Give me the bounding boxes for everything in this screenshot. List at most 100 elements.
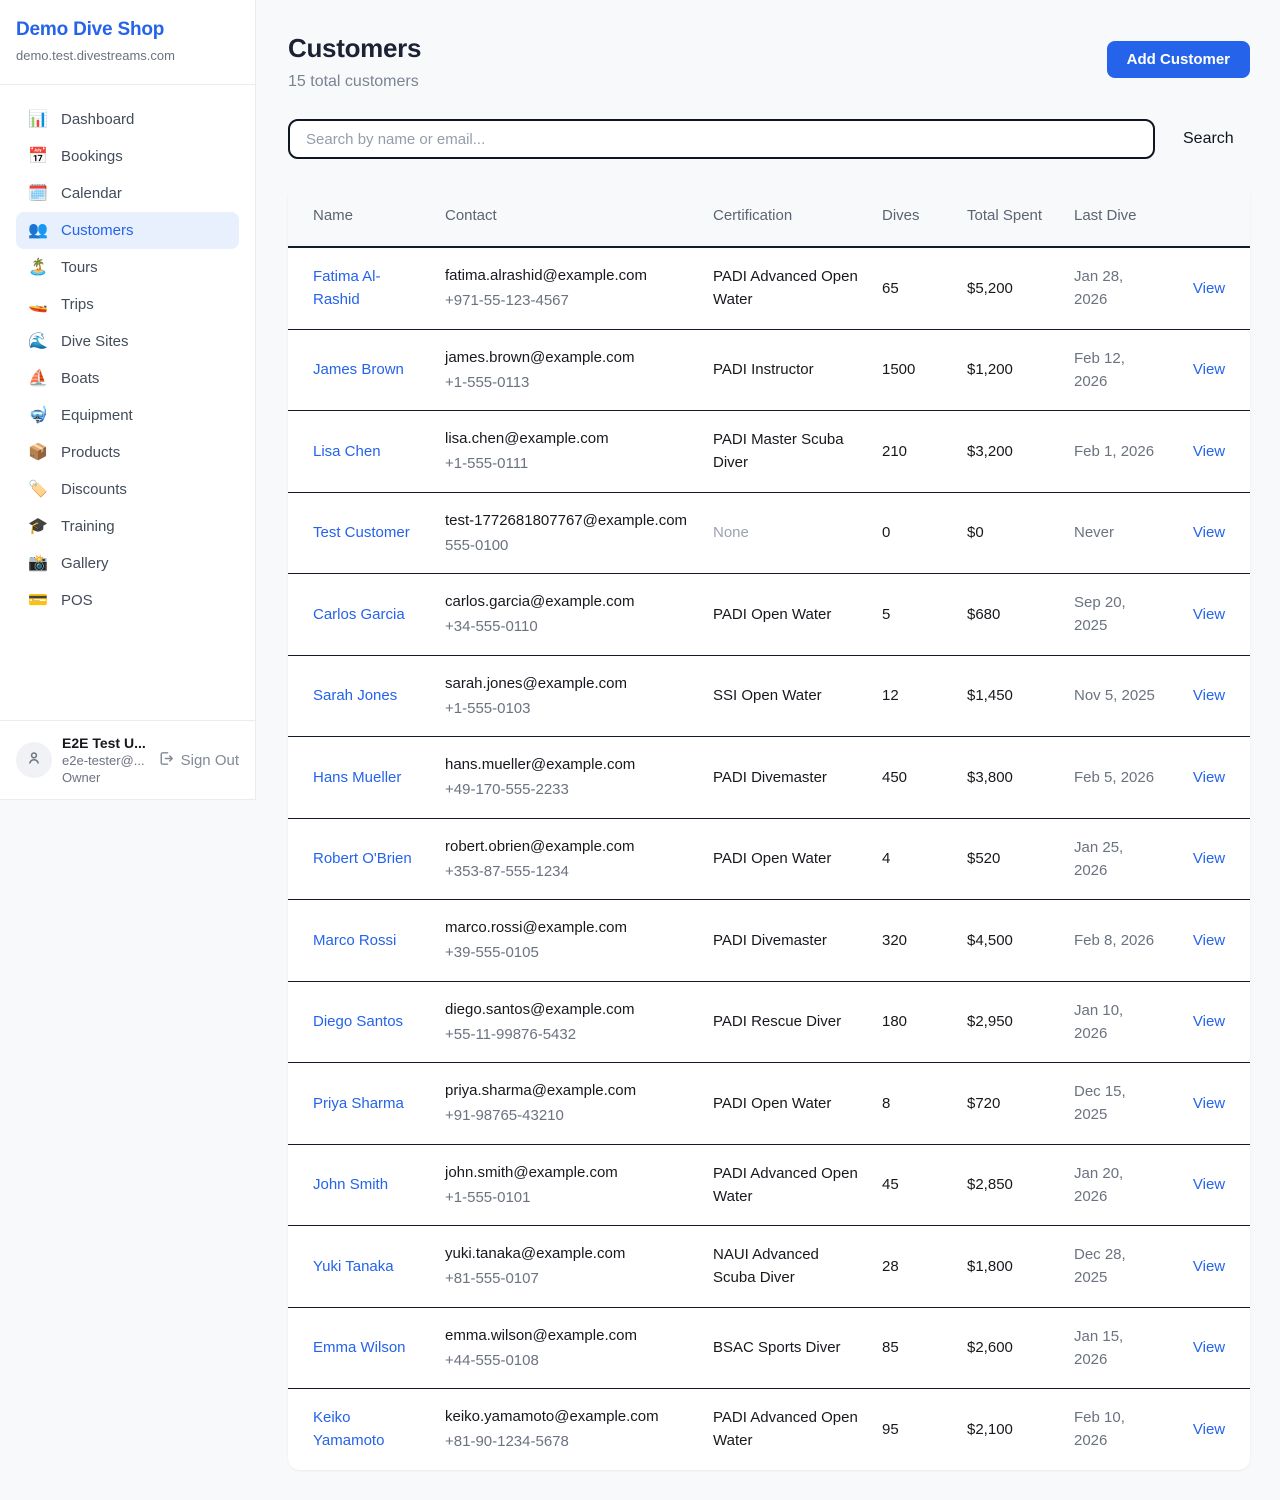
view-customer-link[interactable]: View	[1193, 361, 1225, 378]
sign-out-label: Sign Out	[181, 752, 239, 769]
sidebar-item-dive-sites[interactable]: 🌊 Dive Sites	[16, 323, 239, 360]
view-customer-link[interactable]: View	[1193, 1013, 1225, 1030]
customer-name-link[interactable]: Priya Sharma	[313, 1095, 404, 1112]
customer-name-link[interactable]: Diego Santos	[313, 1013, 403, 1030]
customer-contact: test-1772681807767@example.com 555-0100	[433, 492, 701, 574]
gallery-icon: 📸	[28, 556, 48, 572]
page-title-block: Customers 15 total customers	[288, 33, 421, 91]
boats-icon: ⛵	[28, 371, 48, 387]
sidebar-item-discounts[interactable]: 🏷️ Discounts	[16, 471, 239, 508]
add-customer-button[interactable]: Add Customer	[1107, 41, 1250, 78]
user-email: e2e-tester@...	[62, 753, 147, 768]
table-row: Diego Santos diego.santos@example.com +5…	[288, 981, 1250, 1063]
table-row: Carlos Garcia carlos.garcia@example.com …	[288, 574, 1250, 656]
sidebar-item-trips[interactable]: 🚤 Trips	[16, 286, 239, 323]
customer-last-dive: Feb 1, 2026	[1062, 411, 1168, 493]
calendar-icon: 🗓️	[28, 186, 48, 202]
sidebar-item-training[interactable]: 🎓 Training	[16, 508, 239, 545]
sign-out-button[interactable]: Sign Out	[157, 750, 239, 771]
customer-name-link[interactable]: Keiko Yamamoto	[313, 1409, 384, 1449]
search-input[interactable]	[288, 119, 1155, 159]
products-icon: 📦	[28, 445, 48, 461]
page-title: Customers	[288, 33, 421, 64]
view-customer-link[interactable]: View	[1193, 1176, 1225, 1193]
customer-phone: +971-55-123-4567	[445, 289, 689, 312]
customer-certification: PADI Advanced Open Water	[701, 1389, 870, 1470]
customer-phone: +39-555-0105	[445, 941, 689, 964]
customer-name-link[interactable]: Carlos Garcia	[313, 606, 405, 623]
customer-email: emma.wilson@example.com	[445, 1324, 689, 1347]
customer-last-dive: Jan 25, 2026	[1062, 818, 1168, 900]
view-customer-link[interactable]: View	[1193, 524, 1225, 541]
view-customer-link[interactable]: View	[1193, 1421, 1225, 1438]
customer-certification: SSI Open Water	[701, 655, 870, 737]
customer-email: diego.santos@example.com	[445, 998, 689, 1021]
customer-phone: +91-98765-43210	[445, 1104, 689, 1127]
sidebar-user-section: E2E Test U... e2e-tester@... Owner Sign …	[0, 720, 255, 799]
sidebar-item-label: Training	[61, 518, 115, 535]
customer-phone: +1-555-0103	[445, 697, 689, 720]
view-customer-link[interactable]: View	[1193, 932, 1225, 949]
view-customer-link[interactable]: View	[1193, 1339, 1225, 1356]
sidebar-item-pos[interactable]: 💳 POS	[16, 582, 239, 619]
customer-total-spent: $2,600	[955, 1307, 1062, 1389]
view-customer-link[interactable]: View	[1193, 687, 1225, 704]
column-header-contact: Contact	[433, 185, 701, 247]
view-customer-link[interactable]: View	[1193, 1258, 1225, 1275]
sidebar-item-boats[interactable]: ⛵ Boats	[16, 360, 239, 397]
table-row: Sarah Jones sarah.jones@example.com +1-5…	[288, 655, 1250, 737]
customer-name-link[interactable]: Marco Rossi	[313, 932, 396, 949]
customer-last-dive: Feb 5, 2026	[1062, 737, 1168, 819]
sidebar-item-products[interactable]: 📦 Products	[16, 434, 239, 471]
customer-name-link[interactable]: John Smith	[313, 1176, 388, 1193]
customer-name-link[interactable]: James Brown	[313, 361, 404, 378]
sidebar-item-dashboard[interactable]: 📊 Dashboard	[16, 101, 239, 138]
discounts-icon: 🏷️	[28, 482, 48, 498]
customer-name-link[interactable]: Sarah Jones	[313, 687, 397, 704]
customer-name-link[interactable]: Yuki Tanaka	[313, 1258, 394, 1275]
customer-contact: priya.sharma@example.com +91-98765-43210	[433, 1063, 701, 1145]
customer-dives: 1500	[870, 329, 955, 411]
view-customer-link[interactable]: View	[1193, 769, 1225, 786]
table-row: Lisa Chen lisa.chen@example.com +1-555-0…	[288, 411, 1250, 493]
table-row: Emma Wilson emma.wilson@example.com +44-…	[288, 1307, 1250, 1389]
view-customer-link[interactable]: View	[1193, 280, 1225, 297]
customer-name-link[interactable]: Fatima Al-Rashid	[313, 268, 381, 308]
customer-email: hans.mueller@example.com	[445, 753, 689, 776]
page-header: Customers 15 total customers Add Custome…	[288, 33, 1250, 91]
customer-name-link[interactable]: Hans Mueller	[313, 769, 401, 786]
customer-contact: carlos.garcia@example.com +34-555-0110	[433, 574, 701, 656]
avatar	[16, 742, 52, 778]
column-header-last-dive: Last Dive	[1062, 185, 1168, 247]
customer-last-dive: Feb 10, 2026	[1062, 1389, 1168, 1470]
view-customer-link[interactable]: View	[1193, 1095, 1225, 1112]
customer-dives: 45	[870, 1144, 955, 1226]
sidebar-item-tours[interactable]: 🏝️ Tours	[16, 249, 239, 286]
customer-name-link[interactable]: Lisa Chen	[313, 443, 381, 460]
customer-last-dive: Jan 20, 2026	[1062, 1144, 1168, 1226]
customer-name-link[interactable]: Emma Wilson	[313, 1339, 406, 1356]
customer-last-dive: Jan 28, 2026	[1062, 247, 1168, 329]
customer-certification: NAUI Advanced Scuba Diver	[701, 1226, 870, 1308]
table-row: James Brown james.brown@example.com +1-5…	[288, 329, 1250, 411]
view-customer-link[interactable]: View	[1193, 443, 1225, 460]
customer-dives: 8	[870, 1063, 955, 1145]
table-row: Keiko Yamamoto keiko.yamamoto@example.co…	[288, 1389, 1250, 1470]
customer-certification: PADI Master Scuba Diver	[701, 411, 870, 493]
user-meta: E2E Test U... e2e-tester@... Owner	[62, 735, 147, 785]
sidebar-item-customers[interactable]: 👥 Customers	[16, 212, 239, 249]
customer-contact: yuki.tanaka@example.com +81-555-0107	[433, 1226, 701, 1308]
sidebar-item-calendar[interactable]: 🗓️ Calendar	[16, 175, 239, 212]
sidebar-item-gallery[interactable]: 📸 Gallery	[16, 545, 239, 582]
customer-name-link[interactable]: Robert O'Brien	[313, 850, 412, 867]
sidebar-item-bookings[interactable]: 📅 Bookings	[16, 138, 239, 175]
pos-icon: 💳	[28, 593, 48, 609]
search-button[interactable]: Search	[1183, 130, 1234, 148]
view-customer-link[interactable]: View	[1193, 850, 1225, 867]
view-customer-link[interactable]: View	[1193, 606, 1225, 623]
sidebar-item-equipment[interactable]: 🤿 Equipment	[16, 397, 239, 434]
customer-name-link[interactable]: Test Customer	[313, 524, 410, 541]
customer-total-spent: $1,800	[955, 1226, 1062, 1308]
sidebar-item-label: Tours	[61, 259, 98, 276]
customer-contact: john.smith@example.com +1-555-0101	[433, 1144, 701, 1226]
